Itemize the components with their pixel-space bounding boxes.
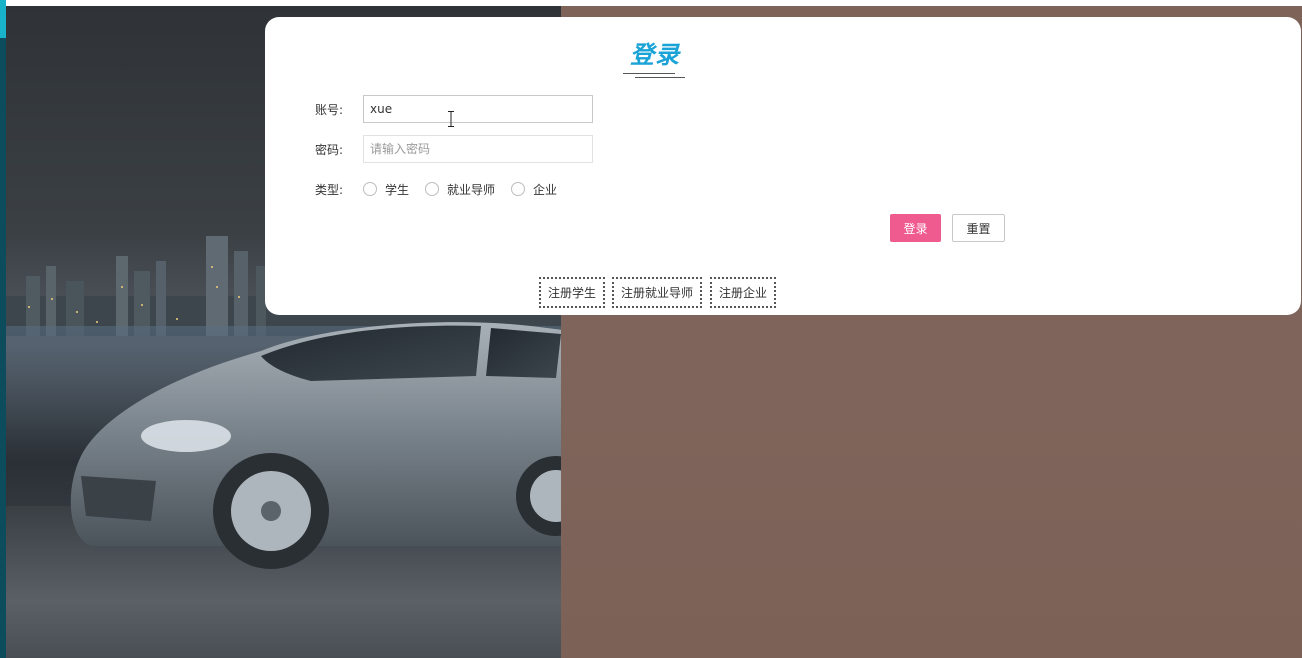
radio-option-label: 就业导师	[447, 182, 496, 197]
reset-button[interactable]: 重置	[952, 214, 1005, 242]
radio-option-label: 学生	[385, 182, 410, 197]
register-mentor-link[interactable]: 注册就业导师	[612, 277, 702, 308]
user-type-radio-group: 学生 就业导师 企业	[363, 180, 573, 198]
title-underline-2	[635, 77, 685, 78]
login-button[interactable]: 登录	[890, 214, 941, 242]
radio-circle-icon[interactable]	[511, 182, 526, 196]
register-company-link[interactable]: 注册企业	[710, 277, 776, 308]
radio-option-company[interactable]: 企业	[511, 181, 557, 198]
page: 登录 账号: 密码: 类型: 学生 就业导师 企业 登录 重置	[0, 0, 1302, 658]
account-input[interactable]	[363, 95, 593, 123]
radio-option-mentor[interactable]: 就业导师	[425, 181, 495, 198]
register-student-link[interactable]: 注册学生	[539, 277, 605, 308]
login-title: 登录	[630, 41, 680, 69]
radio-option-student[interactable]: 学生	[363, 181, 409, 198]
password-label: 密码:	[315, 143, 344, 157]
left-edge-bar	[0, 0, 6, 658]
password-input[interactable]	[363, 135, 593, 163]
text-cursor-icon	[448, 111, 454, 127]
left-edge-accent	[0, 0, 6, 38]
title-underline	[623, 73, 675, 74]
account-label: 账号:	[315, 103, 344, 117]
radio-circle-icon[interactable]	[363, 182, 377, 196]
login-panel: 登录 账号: 密码: 类型: 学生 就业导师 企业 登录 重置	[265, 17, 1301, 315]
type-label: 类型:	[315, 183, 344, 197]
radio-option-label: 企业	[533, 182, 558, 197]
radio-circle-icon[interactable]	[425, 182, 440, 196]
car-graphic	[70, 322, 561, 569]
